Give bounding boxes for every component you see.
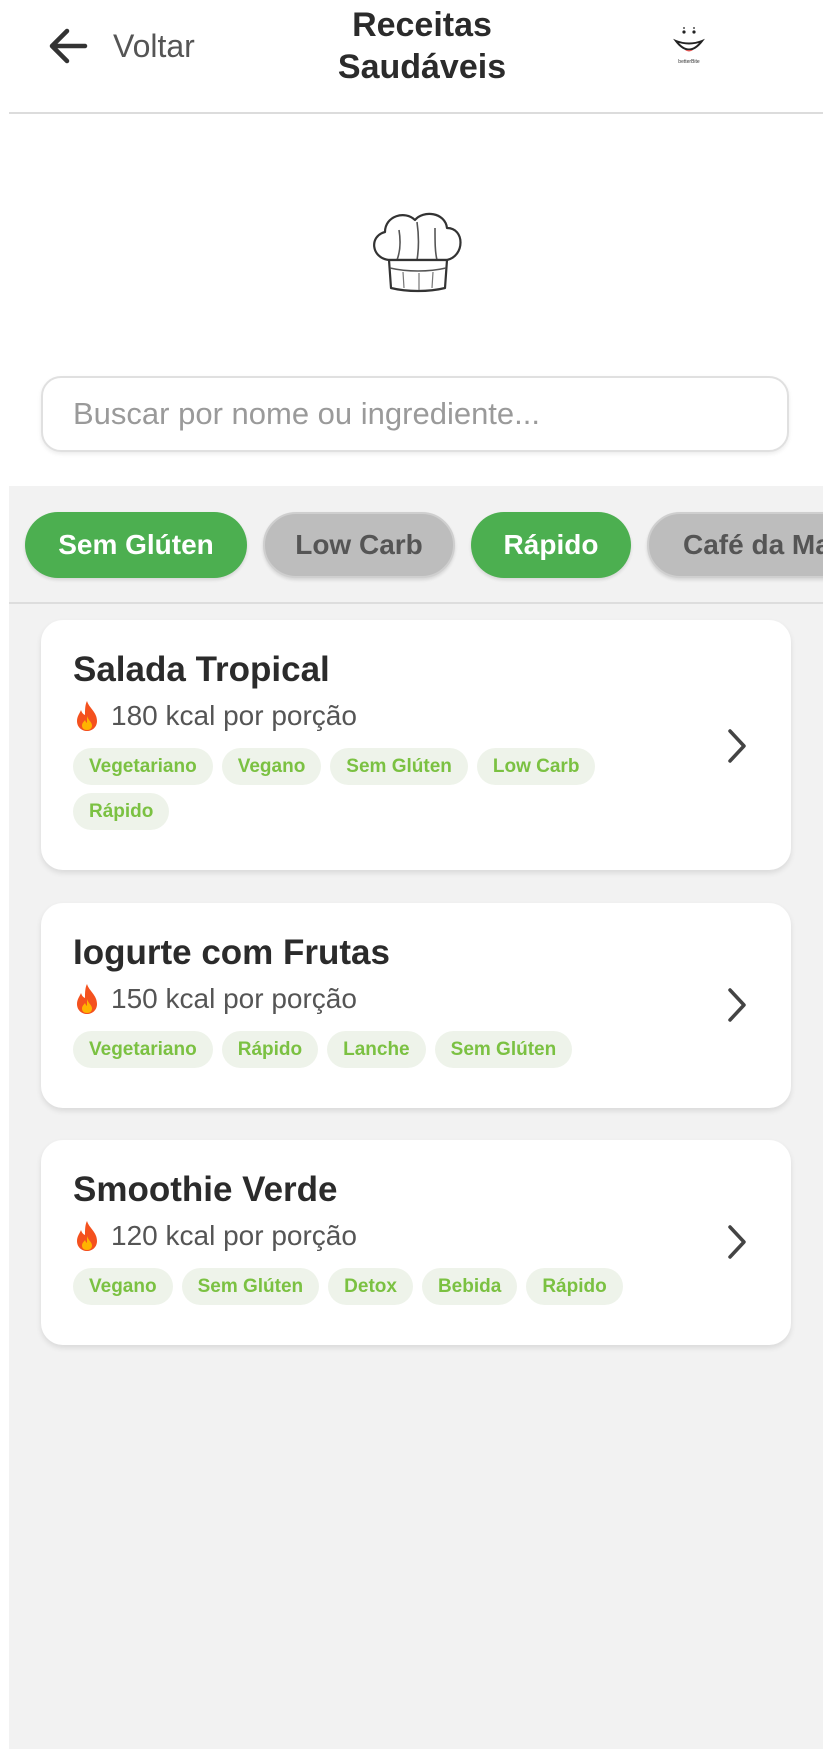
- recipe-tag: Vegano: [73, 1268, 173, 1305]
- page-title-line2: Saudáveis: [337, 48, 507, 86]
- filter-chip-sem-gluten[interactable]: Sem Glúten: [25, 512, 247, 578]
- app-logo: betterBite: [669, 24, 709, 68]
- recipe-calories: 120 kcal por porção: [73, 1220, 357, 1252]
- recipe-tag: Rápido: [221, 1031, 319, 1068]
- filter-chip-label: Rápido: [503, 529, 599, 560]
- chevron-right-icon: [728, 988, 746, 1022]
- recipe-tag: Vegano: [221, 748, 322, 785]
- recipe-calories: 150 kcal por porção: [73, 983, 357, 1015]
- page-title: Receitas Saudáveis: [287, 4, 557, 88]
- filter-chip-label: Sem Glúten: [58, 529, 214, 560]
- filter-chip-label: Low Carb: [295, 529, 423, 560]
- recipe-card[interactable]: Iogurte com Frutas 150 kcal por porção V…: [41, 903, 791, 1108]
- chef-hat-icon: [373, 212, 462, 293]
- fire-icon: [77, 984, 97, 1014]
- recipe-tag: Sem Glúten: [181, 1268, 320, 1305]
- recipe-tag: Low Carb: [476, 748, 596, 785]
- recipe-title: Smoothie Verde: [73, 1170, 338, 1209]
- page-title-line1: Receitas: [352, 6, 492, 44]
- filter-chip-rapido[interactable]: Rápido: [471, 512, 631, 578]
- recipe-calories-text: 180 kcal por porção: [111, 700, 357, 731]
- filter-chip-low-carb[interactable]: Low Carb: [263, 512, 455, 578]
- recipe-tag: Sem Glúten: [330, 748, 468, 785]
- recipe-tag: Bebida: [421, 1268, 518, 1305]
- recipe-tags: Vegano Sem Glúten Detox Bebida Rápido: [73, 1268, 633, 1305]
- fire-icon: [77, 1221, 97, 1251]
- recipe-tag: Sem Glúten: [434, 1031, 573, 1068]
- chevron-right-icon: [728, 1225, 746, 1259]
- back-button[interactable]: Voltar: [45, 20, 195, 72]
- recipe-card[interactable]: Salada Tropical 180 kcal por porção Vege…: [41, 620, 791, 870]
- filter-chip-cafe-da-manha[interactable]: Café da Ma: [647, 512, 823, 578]
- hero-section: [9, 114, 823, 486]
- recipe-card[interactable]: Smoothie Verde 120 kcal por porção Vegan…: [41, 1140, 791, 1345]
- recipe-title: Salada Tropical: [73, 650, 330, 689]
- recipe-calories-text: 150 kcal por porção: [111, 983, 357, 1014]
- recipes-screen: Voltar Receitas Saudáveis betterBite Bus…: [9, 0, 823, 1749]
- recipe-title: Iogurte com Frutas: [73, 933, 390, 972]
- app-header: Voltar Receitas Saudáveis betterBite: [9, 0, 823, 114]
- recipe-tag: Vegetariano: [73, 1031, 213, 1068]
- filter-chips: Sem Glúten Low Carb Rápido Café da Ma: [9, 486, 823, 604]
- back-label: Voltar: [113, 27, 195, 64]
- fire-icon: [77, 701, 97, 731]
- logo-text: betterBite: [678, 59, 700, 65]
- search-input[interactable]: [41, 376, 789, 452]
- filter-chip-label: Café da Ma: [683, 529, 823, 560]
- recipe-tag: Lanche: [327, 1031, 426, 1068]
- recipe-tag: Vegetariano: [73, 748, 213, 785]
- recipe-tag: Rápido: [73, 793, 170, 830]
- recipe-tags: Vegetariano Rápido Lanche Sem Glúten: [73, 1031, 633, 1068]
- recipe-tags: Vegetariano Vegano Sem Glúten Low Carb R…: [73, 748, 633, 830]
- recipe-tag: Detox: [328, 1268, 413, 1305]
- recipe-calories: 180 kcal por porção: [73, 700, 357, 732]
- recipe-tag: Rápido: [526, 1268, 623, 1305]
- chevron-right-icon: [728, 729, 746, 763]
- smiley-logo-icon: [673, 27, 705, 52]
- recipe-calories-text: 120 kcal por porção: [111, 1220, 357, 1251]
- arrow-left-icon: [49, 28, 88, 64]
